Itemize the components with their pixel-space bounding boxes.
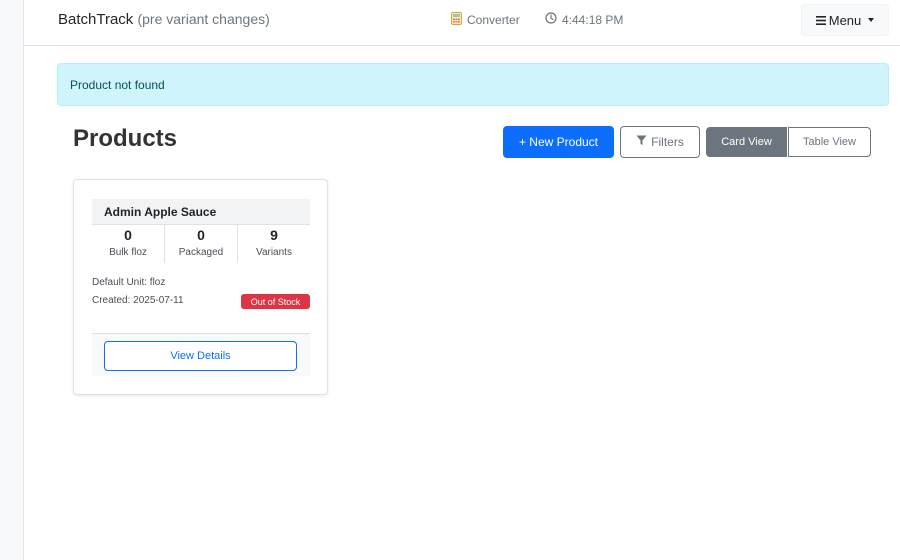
product-card: Admin Apple Sauce 0 Bulk floz 0 Packaged… [73,179,328,395]
top-navbar: BatchTrack (pre variant changes) Convert… [24,0,900,46]
stat-variants: 9 Variants [237,225,310,263]
new-product-button[interactable]: + New Product [503,126,614,158]
chevron-down-icon [868,18,875,22]
stat-label: Packaged [178,247,224,258]
clock-time: 4:44:18 PM [562,12,624,27]
clock-icon [545,12,557,27]
stat-label: Bulk floz [109,247,147,258]
default-unit: Default Unit: floz [92,277,166,288]
converter-link[interactable]: Converter [451,12,520,28]
menu-label: Menu [828,12,862,28]
left-rail [0,0,24,560]
brand-subtitle: (pre variant changes) [137,11,270,27]
view-details-button[interactable]: View Details [104,341,297,371]
stat-value: 0 [124,227,132,243]
converter-label: Converter [467,13,520,27]
product-name: Admin Apple Sauce [92,199,310,225]
stat-packaged: 0 Packaged [164,225,237,263]
table-view-button[interactable]: Table View [788,127,871,157]
alert-info: Product not found [57,63,889,106]
created-date: Created: 2025-07-11 [92,295,184,306]
stat-label: Variants [256,247,292,258]
brand-name[interactable]: BatchTrack [58,11,133,28]
page-title: Products [73,125,178,152]
stat-value: 0 [197,227,205,243]
clock-display: 4:44:18 PM [545,12,623,27]
status-badge: Out of Stock [241,294,310,309]
card-view-button[interactable]: Card View [706,127,787,157]
calculator-icon [451,12,462,28]
hamburger-icon [815,13,826,28]
filters-label: Filters [651,135,684,149]
card-footer: View Details [92,333,310,376]
funnel-icon [636,135,647,149]
menu-button[interactable]: Menu [801,4,889,36]
product-stats: 0 Bulk floz 0 Packaged 9 Variants [92,225,310,263]
stat-bulk: 0 Bulk floz [92,225,164,263]
stat-value: 9 [270,227,278,243]
alert-text: Product not found [70,78,165,92]
brand[interactable]: BatchTrack (pre variant changes) [58,11,270,28]
filters-button[interactable]: Filters [620,126,700,158]
